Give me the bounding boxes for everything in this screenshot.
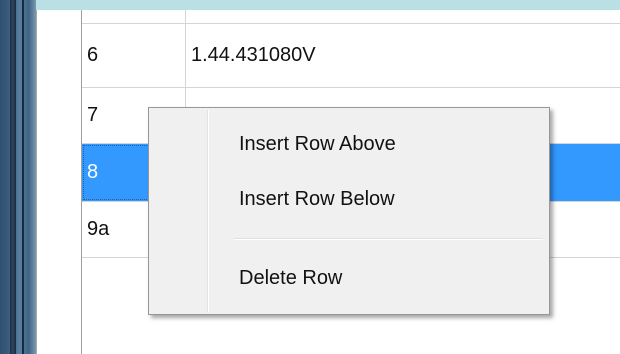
- grid-cell-value[interactable]: [186, 10, 620, 23]
- frame-border-line-thin: [22, 0, 24, 354]
- window-frame-left: [0, 0, 36, 354]
- table-row[interactable]: 6 1.44.431080V: [82, 24, 620, 88]
- context-menu: Insert Row Above Insert Row Below Delete…: [148, 107, 550, 315]
- grid-cell-id[interactable]: [82, 10, 186, 23]
- menu-item-insert-row-below[interactable]: Insert Row Below: [153, 175, 545, 223]
- grid-row-partial: [82, 10, 620, 24]
- menu-item-delete-row[interactable]: Delete Row: [153, 254, 545, 302]
- menu-item-insert-row-above[interactable]: Insert Row Above: [153, 120, 545, 168]
- grid-cell-value[interactable]: 1.44.431080V: [186, 24, 620, 87]
- grid-cell-id[interactable]: 6: [82, 24, 186, 87]
- menu-separator: [234, 238, 543, 240]
- frame-border-line: [10, 0, 16, 354]
- row-gutter: [37, 10, 82, 354]
- window-top-bar: [36, 0, 620, 10]
